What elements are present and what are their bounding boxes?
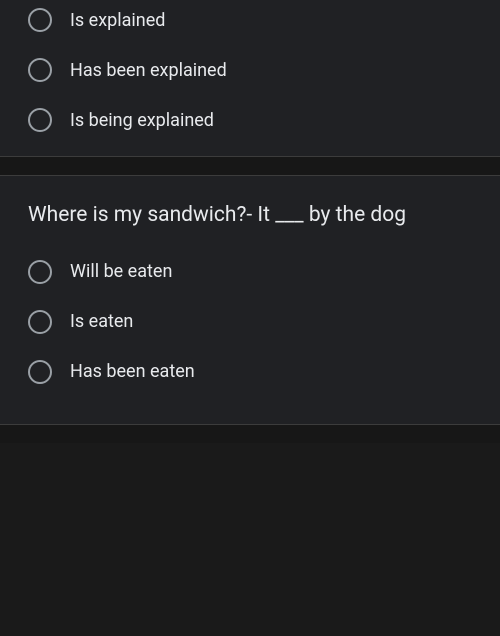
card-divider [0,157,500,175]
radio-icon [28,260,52,284]
radio-icon [28,8,52,32]
options-group: Is explained Has been explained Is being… [28,8,472,132]
option-label: Is explained [70,10,165,31]
question-card: Is explained Has been explained Is being… [0,0,500,157]
radio-icon [28,58,52,82]
option-label: Is eaten [70,311,133,332]
options-group: Will be eaten Is eaten Has been eaten [28,260,472,384]
radio-icon [28,108,52,132]
option-item[interactable]: Is explained [28,8,472,32]
radio-icon [28,310,52,334]
option-item[interactable]: Has been eaten [28,360,472,384]
question-card: Where is my sandwich?- It ___ by the dog… [0,175,500,425]
option-item[interactable]: Will be eaten [28,260,472,284]
radio-icon [28,360,52,384]
question-prompt: Where is my sandwich?- It ___ by the dog [28,200,472,232]
option-label: Will be eaten [70,261,172,282]
option-label: Is being explained [70,110,214,131]
option-label: Has been eaten [70,361,195,382]
option-label: Has been explained [70,60,227,81]
option-item[interactable]: Is being explained [28,108,472,132]
option-item[interactable]: Is eaten [28,310,472,334]
option-item[interactable]: Has been explained [28,58,472,82]
card-divider [0,425,500,443]
